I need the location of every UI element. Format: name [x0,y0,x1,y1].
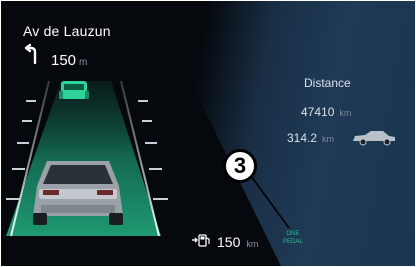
range-value: 150 [217,234,241,250]
one-pedal-line1: ONE [286,231,300,237]
callout-line [250,175,290,229]
fuel-range-icon [192,234,210,247]
callout-badge: 3 [223,149,257,183]
range-unit: km [246,239,259,249]
one-pedal-indicator: ONE PEDAL [283,230,303,246]
one-pedal-line2: PEDAL [283,239,303,245]
instrument-cluster: Av de Lauzun 150 m Distance 47410 km 314.2… [1,1,415,266]
range-readout: 150 km [191,233,258,250]
